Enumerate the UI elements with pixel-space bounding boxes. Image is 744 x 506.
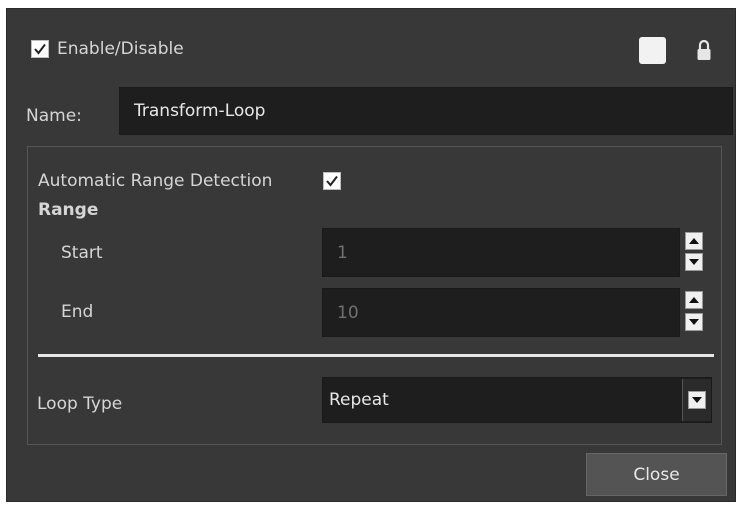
divider: [38, 354, 714, 357]
arrow-down-icon: [689, 319, 699, 325]
loop-type-label: Loop Type: [37, 394, 123, 414]
end-decrement-button[interactable]: [685, 313, 703, 331]
end-increment-button[interactable]: [685, 291, 703, 309]
name-label: Name:: [26, 106, 82, 126]
start-label: Start: [61, 243, 103, 263]
auto-range-checkbox[interactable]: [323, 172, 341, 190]
start-decrement-button[interactable]: [685, 253, 703, 271]
close-button-label: Close: [633, 464, 680, 485]
start-field[interactable]: 1: [322, 228, 680, 277]
loop-type-select[interactable]: Repeat: [322, 377, 712, 423]
loop-settings-dialog: Enable/Disable Name: Transform-Loop Auto…: [6, 8, 736, 502]
lock-icon[interactable]: [696, 38, 712, 62]
white-color-swatch-icon[interactable]: [639, 37, 666, 64]
start-increment-button[interactable]: [685, 232, 703, 250]
end-label: End: [61, 302, 94, 322]
arrow-up-icon: [689, 297, 699, 303]
close-button[interactable]: Close: [586, 453, 727, 496]
end-field[interactable]: 10: [322, 288, 680, 337]
arrow-down-icon: [689, 259, 699, 265]
auto-range-label: Automatic Range Detection: [38, 171, 273, 191]
enable-label: Enable/Disable: [57, 39, 184, 59]
range-heading: Range: [38, 200, 99, 220]
arrow-up-icon: [689, 238, 699, 244]
checkmark-icon: [326, 175, 338, 187]
checkmark-icon: [34, 43, 46, 55]
chevron-down-icon: [692, 397, 702, 403]
name-input[interactable]: Transform-Loop: [119, 87, 733, 135]
loop-type-value: Repeat: [329, 390, 389, 410]
loop-type-dropdown-button[interactable]: [682, 379, 711, 421]
enable-checkbox[interactable]: [31, 40, 49, 58]
